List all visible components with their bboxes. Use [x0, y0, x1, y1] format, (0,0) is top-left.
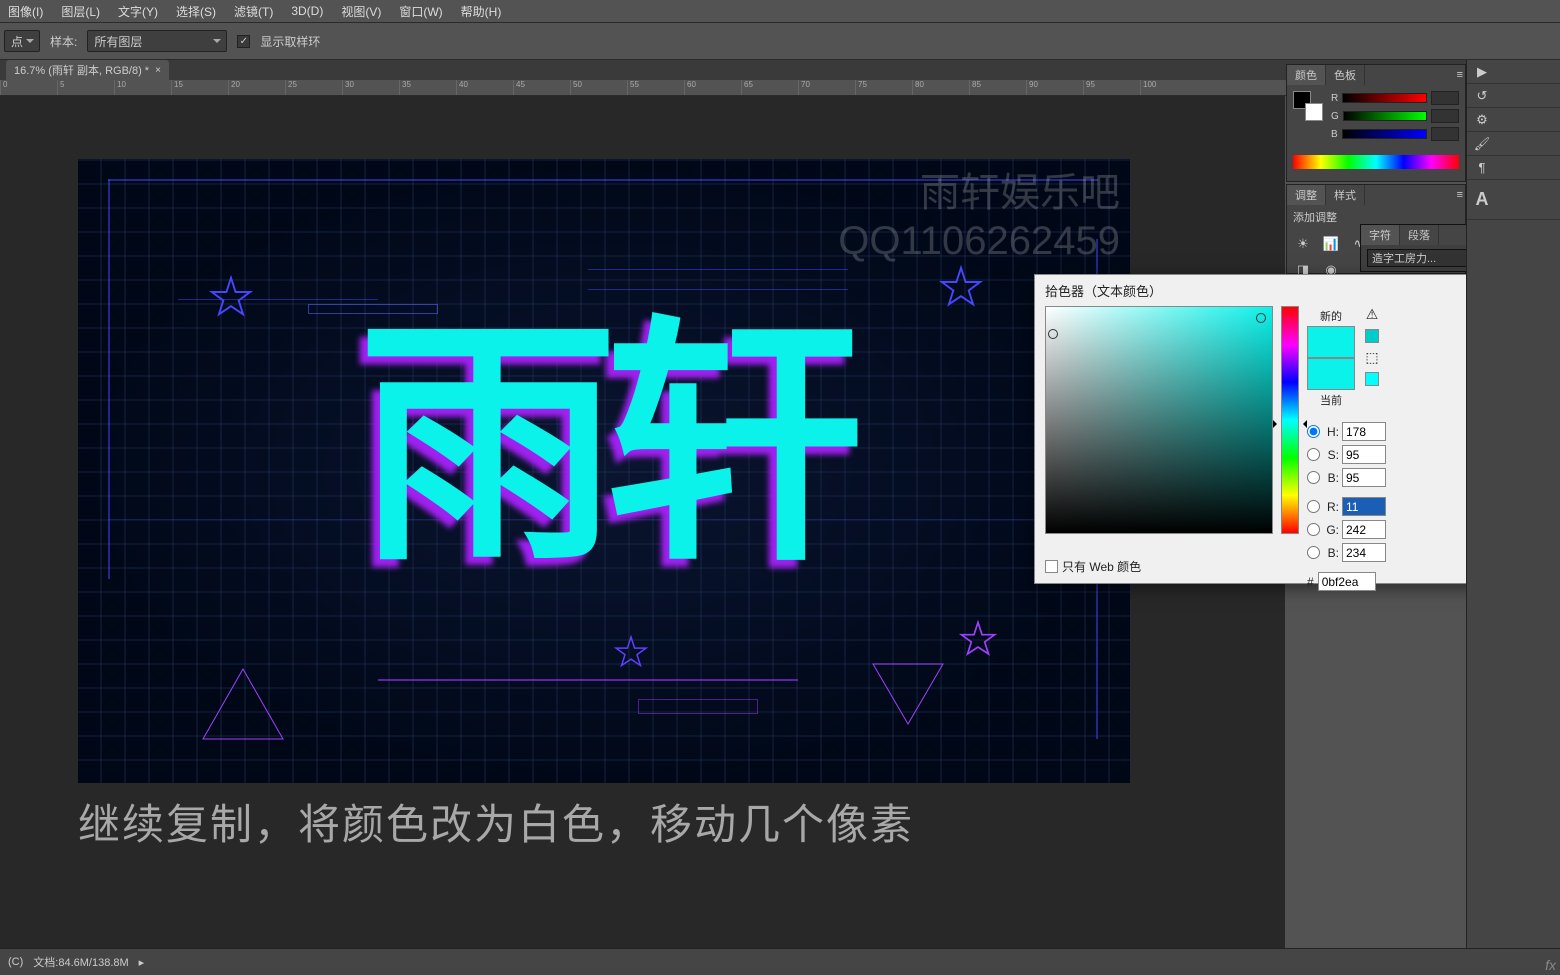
h-radio[interactable] — [1307, 425, 1320, 438]
web-only-checkbox[interactable] — [1045, 560, 1058, 573]
levels-icon[interactable]: 📊 — [1321, 235, 1341, 253]
gamut-warning-icon[interactable]: ⚠ — [1366, 306, 1379, 323]
menu-3d[interactable]: 3D(D) — [291, 4, 323, 18]
show-ring-label: 显示取样环 — [260, 33, 320, 50]
gamut-swatch[interactable] — [1365, 329, 1379, 343]
options-bar: 点 样本: 所有图层 ✓ 显示取样环 — [0, 22, 1560, 60]
triangle-icon — [198, 664, 288, 744]
g-input[interactable] — [1431, 109, 1459, 123]
r-radio[interactable] — [1307, 500, 1320, 513]
canvas-text: 雨轩 雨轩 — [358, 316, 850, 576]
triangle-icon — [868, 659, 948, 729]
g-radio[interactable] — [1307, 523, 1320, 536]
copyright-label: (C) — [8, 956, 23, 968]
hex-input[interactable] — [1318, 572, 1376, 591]
star-icon — [958, 619, 998, 659]
watermark: 雨轩娱乐吧 QQ1106262459 — [838, 169, 1120, 265]
new-label: 新的 — [1320, 308, 1342, 324]
tutorial-subtitle: 继续复制，将颜色改为白色，移动几个像素 — [78, 791, 932, 852]
h-input[interactable] — [1342, 422, 1386, 441]
color-tab[interactable]: 颜色 — [1287, 65, 1326, 85]
b2-input-picker[interactable] — [1342, 543, 1386, 562]
star-icon — [613, 634, 649, 670]
websafe-swatch[interactable] — [1365, 372, 1379, 386]
brush-icon[interactable]: 🖌 — [1473, 135, 1491, 153]
b-radio[interactable] — [1307, 471, 1320, 484]
b-slider[interactable] — [1342, 129, 1427, 139]
hue-slider[interactable] — [1281, 306, 1299, 534]
menu-window[interactable]: 窗口(W) — [399, 3, 442, 20]
character-tab[interactable]: 字符 — [1361, 225, 1400, 245]
menu-filter[interactable]: 滤镜(T) — [234, 3, 273, 20]
saturation-value-field[interactable] — [1045, 306, 1273, 534]
menu-view[interactable]: 视图(V) — [341, 3, 381, 20]
show-ring-checkbox[interactable]: ✓ — [237, 35, 250, 48]
b2-radio[interactable] — [1307, 546, 1320, 559]
canvas[interactable]: 雨轩 雨轩 雨轩娱乐吧 QQ1106262459 — [78, 159, 1130, 783]
sample-mode-dropdown[interactable]: 点 — [4, 30, 40, 52]
star-icon — [938, 264, 984, 310]
panel-menu-icon[interactable]: ≡ — [1453, 69, 1465, 81]
menu-bar: 图像(I) 图层(L) 文字(Y) 选择(S) 滤镜(T) 3D(D) 视图(V… — [0, 0, 1560, 22]
r-input-picker[interactable] — [1342, 497, 1386, 516]
styles-tab[interactable]: 样式 — [1326, 185, 1365, 205]
cube-icon[interactable]: ⬚ — [1365, 349, 1378, 366]
b-input[interactable] — [1431, 127, 1459, 141]
ruler-tick: 0 — [0, 80, 57, 95]
b-input[interactable] — [1342, 468, 1386, 487]
fg-bg-swatch[interactable] — [1293, 91, 1323, 121]
sv-cursor-selected — [1256, 313, 1266, 323]
document-tab-label: 16.7% (雨轩 副本, RGB/8) * — [14, 62, 149, 78]
status-bar: (C) 文档:84.6M/138.8M ▸ fx — [0, 948, 1560, 975]
adjustments-tab[interactable]: 调整 — [1287, 185, 1326, 205]
doc-size: 84.6M/138.8M — [58, 957, 128, 969]
r-slider[interactable] — [1342, 93, 1427, 103]
gear-icon[interactable]: ⚙ — [1473, 111, 1491, 129]
sample-label: 样本: — [50, 33, 77, 50]
current-label: 当前 — [1320, 392, 1342, 408]
menu-select[interactable]: 选择(S) — [176, 3, 216, 20]
brightness-icon[interactable]: ☀ — [1293, 235, 1313, 253]
text-a-icon[interactable]: A — [1473, 191, 1491, 209]
s-radio[interactable] — [1307, 448, 1320, 461]
paragraph-icon: ¶ — [1473, 159, 1491, 177]
right-icon-bar: ▶ ↺ ⚙ 🖌 ¶ A — [1466, 60, 1560, 948]
menu-image[interactable]: 图像(I) — [8, 3, 43, 20]
hex-prefix: # — [1307, 575, 1314, 589]
sv-cursor — [1048, 329, 1058, 339]
hue-strip[interactable] — [1293, 155, 1459, 169]
menu-text[interactable]: 文字(Y) — [118, 3, 158, 20]
paragraph-tab[interactable]: 段落 — [1400, 225, 1439, 245]
new-color-swatch — [1307, 326, 1355, 358]
status-dropdown-icon[interactable]: ▸ — [139, 956, 145, 969]
sample-layers-dropdown[interactable]: 所有图层 — [87, 30, 227, 52]
resize-corner-icon[interactable]: fx — [1545, 957, 1556, 973]
document-tab[interactable]: 16.7% (雨轩 副本, RGB/8) * × — [6, 60, 169, 80]
swatches-tab[interactable]: 色板 — [1326, 65, 1365, 85]
s-input[interactable] — [1342, 445, 1386, 464]
color-panel: 颜色 色板 ≡ R G B — [1286, 64, 1466, 182]
star-icon — [208, 274, 254, 320]
menu-help[interactable]: 帮助(H) — [461, 3, 502, 20]
g-slider[interactable] — [1343, 111, 1427, 121]
panel-menu-icon[interactable]: ≡ — [1453, 189, 1465, 201]
current-color-swatch[interactable] — [1307, 358, 1355, 390]
menu-layer[interactable]: 图层(L) — [61, 3, 100, 20]
close-tab-icon[interactable]: × — [155, 65, 161, 76]
r-input[interactable] — [1431, 91, 1459, 105]
g-input-picker[interactable] — [1342, 520, 1386, 539]
web-only-label: 只有 Web 颜色 — [1062, 558, 1141, 575]
history-icon[interactable]: ↺ — [1473, 87, 1491, 105]
play-icon[interactable]: ▶ — [1473, 63, 1491, 81]
